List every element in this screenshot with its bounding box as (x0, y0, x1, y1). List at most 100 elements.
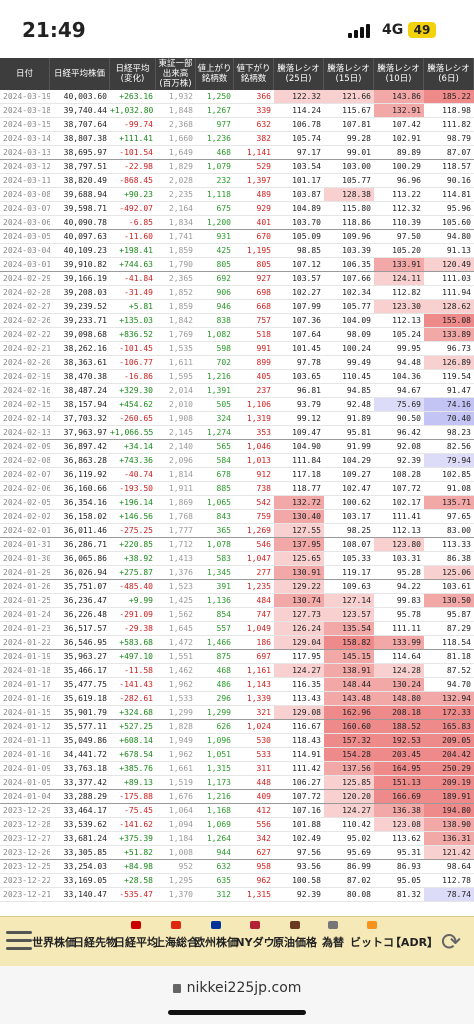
table-cell: 98.79 (446, 134, 471, 143)
table-cell: 155.08 (424, 314, 474, 327)
home-indicator[interactable] (168, 1010, 306, 1015)
nav-item[interactable]: 原油価格 (273, 917, 317, 967)
nav-item[interactable]: NYダウ (235, 917, 275, 967)
table-cell: 697 (256, 652, 271, 661)
table-cell: 104.29 (342, 456, 371, 465)
table-cell: 107.12 (292, 260, 321, 269)
table-cell: 97.65 (446, 512, 471, 521)
table-row: 2024-03-06 40,090.78 -6.85 1,834 1,200 401 103… (0, 216, 474, 230)
table-cell: 1,859 (168, 246, 193, 255)
table-cell: -492.07 (119, 204, 153, 213)
table-cell: 40,090.78 (63, 218, 107, 227)
table-cell: 143.86 (374, 90, 424, 103)
nav-item[interactable]: ビットコ (350, 917, 394, 967)
table-row: 2024-01-05 33,377.42 +89.13 1,519 1,173 448 10… (0, 776, 474, 790)
table-cell: -11.58 (124, 666, 153, 675)
table-row: 2024-02-15 38,157.94 +454.62 2,010 505 1,106 9… (0, 398, 474, 412)
table-cell: 505 (216, 400, 231, 409)
table-row: 2024-02-08 36,863.28 +743.36 2,096 584 1,013 1… (0, 454, 474, 468)
signal-icon (348, 22, 376, 38)
table-cell: 38,807.38 (63, 134, 107, 143)
refresh-icon[interactable]: ⟳ (438, 929, 464, 955)
table-cell: 39,239.52 (63, 302, 107, 311)
table-row: 2024-02-29 39,166.19 -41.84 2,365 692 927 103.… (0, 272, 474, 286)
nav-item[interactable]: 為替 (316, 917, 350, 967)
table-cell: 158.82 (324, 636, 374, 649)
table-cell: 2024-02-20 (3, 358, 50, 367)
table-cell: 2024-02-29 (3, 274, 50, 283)
table-cell: 94.70 (446, 680, 471, 689)
table-cell: 148.44 (324, 678, 374, 691)
table-cell: 90.16 (446, 176, 471, 185)
menu-icon[interactable] (6, 931, 32, 951)
table-cell: 339 (256, 106, 271, 115)
table-cell: 111.82 (442, 120, 471, 129)
table-row: 2024-02-09 36,897.42 +34.14 2,140 565 1,046 10… (0, 440, 474, 454)
table-cell: 486 (216, 680, 231, 689)
table-row: 2024-02-28 39,208.03 -31.49 1,852 906 698 102.… (0, 286, 474, 300)
table-cell: 1,533 (168, 694, 193, 703)
table-cell: 102.17 (392, 498, 421, 507)
table-cell: 38,363.61 (63, 358, 107, 367)
table-cell: +28.58 (124, 876, 153, 885)
table-cell: 109.47 (292, 428, 321, 437)
table-row: 2024-03-13 38,695.97 -101.54 1,649 468 1,141 9… (0, 146, 474, 160)
table-cell: 565 (216, 442, 231, 451)
table-cell: 1,096 (206, 736, 231, 745)
table-cell: 1,143 (246, 680, 271, 689)
table-cell: 95.87 (446, 610, 471, 619)
table-cell: 138.91 (324, 664, 374, 677)
table-cell: 160.60 (324, 720, 374, 733)
table-cell: 38,262.16 (63, 344, 107, 353)
table-cell: 107.81 (342, 120, 371, 129)
table-cell: 105.77 (342, 176, 371, 185)
table-cell: 36,160.66 (63, 484, 107, 493)
table-cell: -535.47 (119, 890, 153, 899)
nav-item[interactable]: 世界株価 (32, 917, 76, 967)
table-cell: -99.74 (124, 120, 153, 129)
table-cell: 296 (216, 694, 231, 703)
table-cell: +220.85 (119, 540, 153, 549)
table-cell: 2024-01-31 (3, 540, 50, 549)
table-row: 2024-02-27 39,239.52 +5.81 1,859 946 668 107.9… (0, 300, 474, 314)
table-cell: 977 (216, 120, 231, 129)
table-cell: +324.68 (119, 708, 153, 717)
table-cell: 133.89 (424, 328, 474, 341)
table-cell: 123.80 (374, 538, 424, 551)
table-cell: 39,598.71 (63, 204, 107, 213)
nav-item[interactable]: 上海総合 (154, 917, 198, 967)
nav-item[interactable]: 日経先物 (73, 917, 117, 967)
table-cell: 116.67 (292, 722, 321, 731)
table-cell: 124.27 (274, 664, 324, 677)
nav-item[interactable]: 【ADR】 (390, 917, 438, 967)
table-cell: +38.92 (124, 554, 153, 563)
table-cell: 1,595 (168, 372, 193, 381)
table-cell: 1,962 (168, 750, 193, 759)
table-cell: 468 (216, 666, 231, 675)
table-cell: 1,829 (168, 162, 193, 171)
table-cell: 2024-03-07 (3, 204, 50, 213)
table-cell: 2024-03-01 (3, 260, 50, 269)
table-row: 2023-12-21 33,140.47 -535.47 1,370 312 1,315 9… (0, 888, 474, 902)
table-cell: 143.48 (324, 692, 374, 705)
table-cell: 120.49 (424, 258, 474, 271)
nav-item[interactable]: 欧州株価 (194, 917, 238, 967)
table-cell: 2,145 (168, 428, 193, 437)
table-cell: 40,003.60 (63, 92, 107, 101)
battery-icon: 49 (408, 22, 436, 38)
table-cell: 1,047 (246, 554, 271, 563)
table-cell: 115.80 (342, 204, 371, 213)
table-cell: 875 (216, 652, 231, 661)
table-cell: 95.28 (396, 568, 421, 577)
table-cell: 104.90 (292, 442, 321, 451)
table-cell: 97.50 (396, 232, 421, 241)
table-row: 2024-02-22 39,098.68 +836.52 1,769 1,082 518 1… (0, 328, 474, 342)
table-cell: 747 (256, 610, 271, 619)
table-row: 2023-12-29 33,464.17 -75.45 1,064 1,168 412 10… (0, 804, 474, 818)
browser-url-bar[interactable]: nikkei225jp.com (0, 966, 474, 1024)
table-cell: 105.33 (342, 554, 371, 563)
table-cell: 2023-12-29 (3, 806, 50, 815)
nav-item[interactable]: 日経平均 (114, 917, 158, 967)
table-cell: 2024-01-25 (3, 596, 50, 605)
table-cell: 1,315 (206, 764, 231, 773)
